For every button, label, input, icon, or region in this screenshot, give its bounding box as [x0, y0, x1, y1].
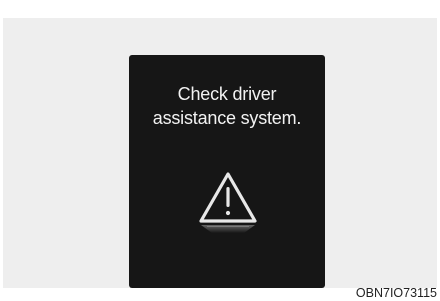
- warning-message-line-1: Check driver: [177, 84, 277, 104]
- cluster-display-screen: Check driver assistance system.: [129, 55, 325, 288]
- image-code-label: OBN7IO73115: [355, 286, 437, 300]
- illustration-panel: Check driver assistance system.: [3, 18, 437, 288]
- warning-message-line-2: assistance system.: [152, 108, 302, 128]
- warning-triangle-icon: [199, 172, 257, 233]
- warning-message: Check driver assistance system.: [129, 82, 325, 130]
